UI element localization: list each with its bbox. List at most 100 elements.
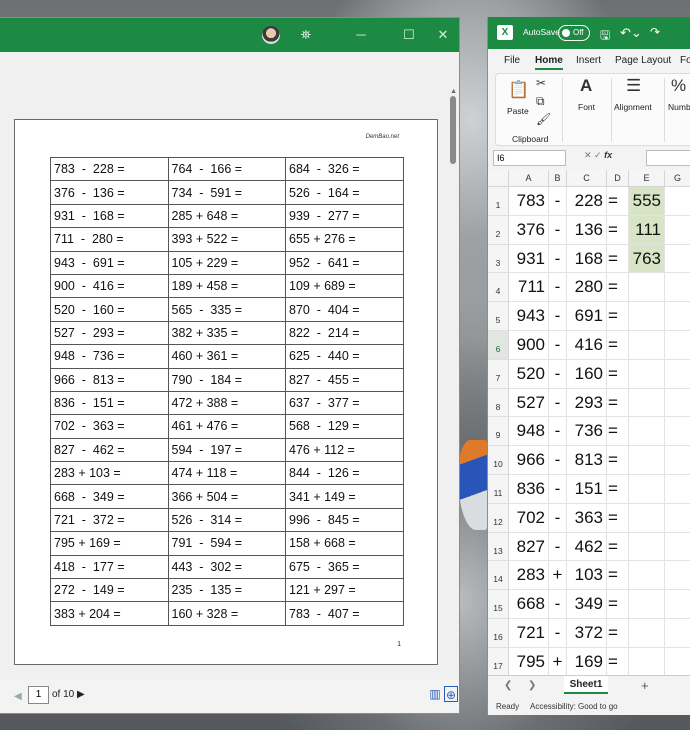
grid-cell[interactable]: = [607,187,629,216]
tab-home[interactable]: Home [535,55,563,70]
grid-cell[interactable] [665,187,690,216]
autosave-toggle[interactable]: Off [558,25,590,41]
grid-cell[interactable]: + [549,647,567,675]
grid-cell[interactable]: = [607,359,629,389]
grid-cell[interactable]: 795 [509,647,549,675]
row-header[interactable]: 10 [488,446,509,475]
grid-cell[interactable]: 721 [509,619,549,648]
paste-button[interactable]: Paste [507,106,529,116]
column-header[interactable]: A [509,170,549,187]
grid-cell[interactable]: - [549,503,567,533]
grid-cell[interactable]: - [549,475,567,504]
grid-cell[interactable]: = [607,475,629,504]
grid-cell[interactable]: = [607,417,629,447]
grid-cell[interactable]: 372 [567,619,607,648]
column-header[interactable]: E [629,170,665,187]
percent-icon[interactable]: % [671,76,686,96]
grid-cell[interactable]: 416 [567,331,607,360]
grid-cell[interactable]: - [549,331,567,360]
avatar[interactable] [262,26,280,44]
fit-page-icon[interactable]: ⊕ [444,686,458,702]
grid-cell[interactable]: 668 [509,590,549,619]
grid-cell[interactable]: 349 [567,590,607,619]
save-icon[interactable]: 🖫 [600,26,610,47]
grid-cell[interactable] [665,446,690,475]
grid-cell[interactable]: = [607,331,629,360]
tab-formulas[interactable]: Fo [680,55,690,66]
grid-cell[interactable]: 168 [567,244,607,274]
grid-cell[interactable]: 943 [509,302,549,331]
grid-cell[interactable]: - [549,215,567,245]
grid-cell[interactable]: = [607,244,629,274]
vertical-scrollbar[interactable] [450,96,456,164]
grid-cell[interactable] [665,648,690,675]
grid-cell[interactable] [629,388,665,418]
grid-cell[interactable]: 283 [509,561,549,591]
grid-cell[interactable]: 169 [567,647,607,675]
fx-icon[interactable]: fx [604,150,612,160]
grid-cell[interactable]: 280 [567,273,607,303]
grid-cell[interactable] [629,273,665,303]
format-painter-icon[interactable]: 🖌 [536,112,551,126]
row-header[interactable]: 5 [488,302,509,331]
grid-cell[interactable]: + [549,561,567,591]
grid-cell[interactable]: 228 [567,187,607,216]
grid-cell[interactable]: 363 [567,503,607,533]
grid-cell[interactable] [665,533,690,562]
grid-cell[interactable]: = [607,503,629,533]
spreadsheet-grid[interactable]: A B C D E G 1 783-228 = 555 2 376-136 = 111 3 931-168 = 7… [488,170,690,675]
sheet-tab[interactable]: Sheet1 [564,676,608,694]
row-header[interactable]: 11 [488,475,509,504]
grid-cell[interactable]: = [607,590,629,619]
row-header[interactable]: 4 [488,273,509,303]
grid-cell[interactable]: = [607,273,629,303]
tab-file[interactable]: File [504,55,520,66]
grid-cell[interactable]: = [607,561,629,591]
copy-icon[interactable]: ⧉ [536,94,545,109]
grid-cell[interactable]: = [607,215,629,245]
grid-cell[interactable]: - [549,532,567,562]
grid-cell[interactable] [629,331,665,360]
grid-cell[interactable]: 462 [567,532,607,562]
grid-cell[interactable]: 555 [629,187,665,216]
grid-cell[interactable]: = [607,647,629,675]
grid-cell[interactable]: = [607,532,629,562]
row-header[interactable]: 17 [488,647,509,675]
grid-cell[interactable]: 813 [567,446,607,475]
number-button[interactable]: Numbe [668,102,690,112]
grid-cell[interactable] [665,389,690,418]
grid-cell[interactable]: 931 [509,244,549,274]
grid-cell[interactable] [629,503,665,533]
grid-cell[interactable] [665,561,690,591]
paste-icon[interactable]: 📋 [508,80,529,100]
alignment-button[interactable]: Alignment [614,102,652,112]
grid-cell[interactable] [629,359,665,389]
add-sheet-icon[interactable]: + [641,678,649,693]
grid-cell[interactable] [665,475,690,504]
column-header[interactable]: C [567,170,607,187]
grid-cell[interactable]: 111 [629,215,665,245]
grid-cell[interactable] [629,532,665,562]
grid-cell[interactable]: 966 [509,446,549,475]
minimize-icon[interactable]: ─ [350,24,372,46]
grid-cell[interactable]: 836 [509,475,549,504]
row-header[interactable]: 16 [488,619,509,648]
prev-sheet-icon[interactable]: ❮ [504,680,512,691]
grid-cell[interactable]: 520 [509,359,549,389]
font-button[interactable]: Font [578,102,595,112]
grid-cell[interactable] [629,475,665,504]
cut-icon[interactable]: ✂ [536,76,546,90]
grid-cell[interactable] [629,647,665,675]
grid-cell[interactable]: = [607,619,629,648]
grid-cell[interactable]: 103 [567,561,607,591]
grid-cell[interactable]: = [607,302,629,331]
grid-cell[interactable]: - [549,244,567,274]
grid-cell[interactable]: 527 [509,388,549,418]
pdf-document-area[interactable]: ▲ DemBao.net 783 - 228 = 764 - 166 = 684 -… [0,52,459,680]
grid-cell[interactable]: - [549,302,567,331]
row-header[interactable]: 15 [488,590,509,619]
next-sheet-icon[interactable]: ❯ [528,680,536,691]
grid-cell[interactable]: - [549,187,567,216]
page-view-icon[interactable]: ▥ [428,686,442,702]
page-number-input[interactable]: 1 [28,686,49,704]
